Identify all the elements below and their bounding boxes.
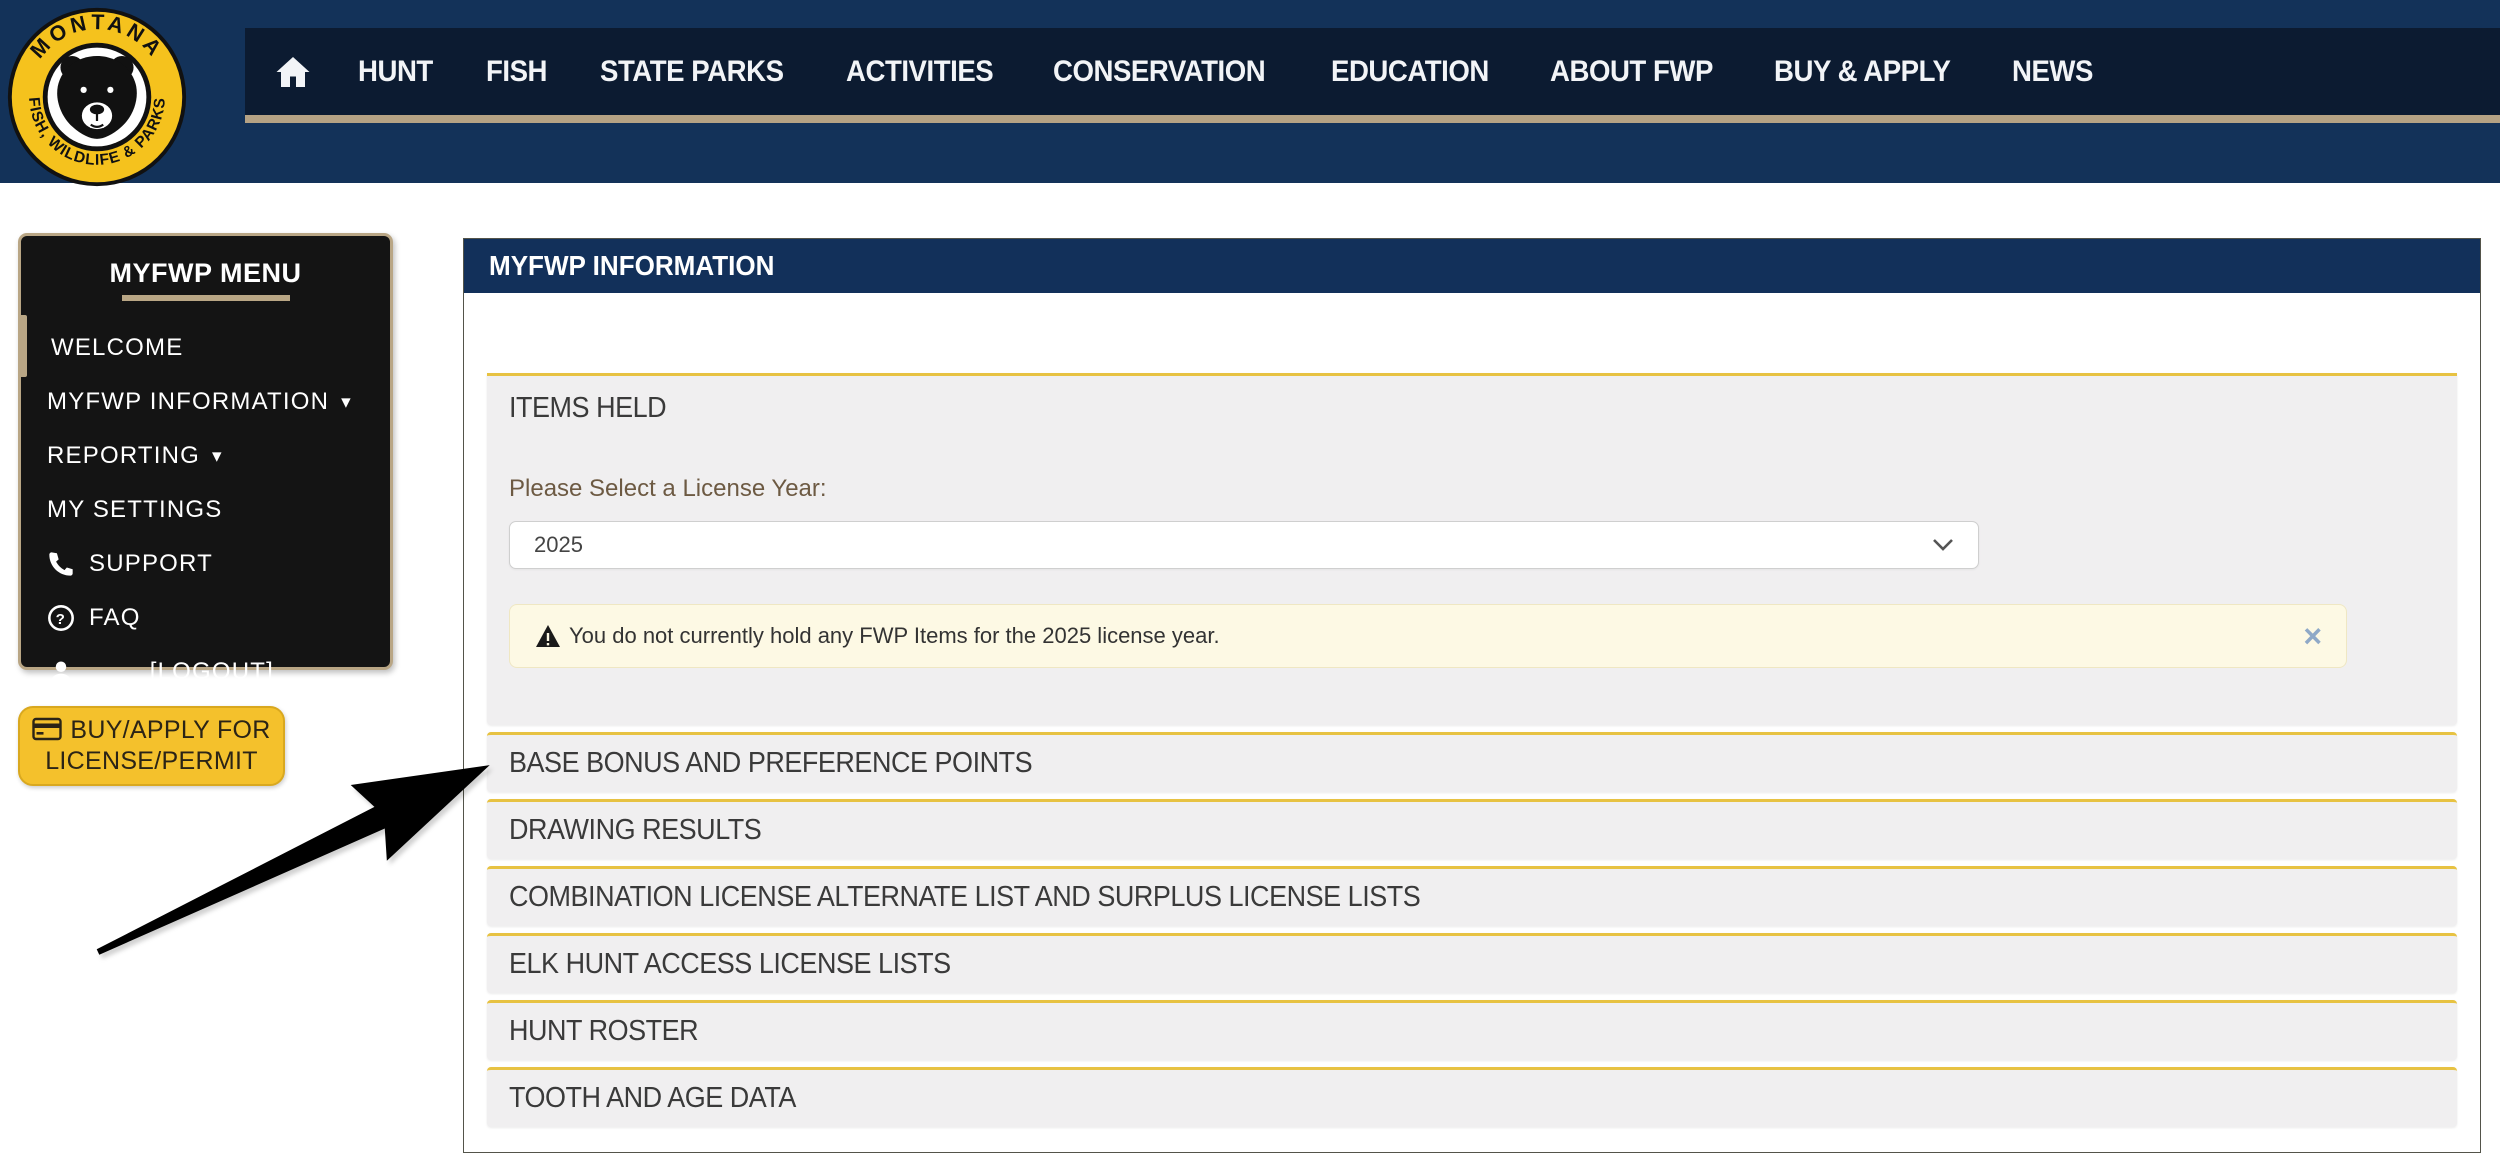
site-header: HUNT FISH STATE PARKS ACTIVITIES CONSERV…	[0, 0, 2500, 183]
accordion-label: ELK HUNT ACCESS LICENSE LISTS	[509, 948, 951, 981]
nav-item-news[interactable]: NEWS	[2012, 55, 2093, 89]
close-icon[interactable]: ×	[2303, 620, 2322, 652]
accordion-label: BASE BONUS AND PREFERENCE POINTS	[509, 747, 1032, 780]
accordion-combination-license-lists[interactable]: COMBINATION LICENSE ALTERNATE LIST AND S…	[487, 866, 2457, 926]
nav-item-conservation[interactable]: CONSERVATION	[1053, 55, 1265, 89]
accordion-label: HUNT ROSTER	[509, 1015, 698, 1048]
credit-card-icon	[32, 717, 62, 741]
main-nav: HUNT FISH STATE PARKS ACTIVITIES CONSERV…	[245, 28, 2500, 123]
sidebar-item-label: MYFWP INFORMATION	[47, 388, 329, 416]
items-held-heading: ITEMS HELD	[509, 392, 666, 425]
nav-item-hunt[interactable]: HUNT	[358, 55, 433, 89]
active-indicator	[18, 315, 27, 377]
nav-item-state-parks[interactable]: STATE PARKS	[600, 55, 784, 89]
panel-title: MYFWP INFORMATION	[489, 250, 774, 282]
phone-icon	[47, 550, 75, 578]
sidebar-item-label: MY SETTINGS	[47, 496, 222, 524]
home-button[interactable]	[275, 55, 311, 89]
accordion-label: TOOTH AND AGE DATA	[509, 1082, 796, 1115]
sidebar-item-reporting[interactable]: REPORTING ▾	[21, 429, 390, 483]
sidebar-title: MYFWP MENU	[21, 258, 390, 289]
accordion-hunt-roster[interactable]: HUNT ROSTER	[487, 1000, 2457, 1060]
accordion-base-bonus-points[interactable]: BASE BONUS AND PREFERENCE POINTS	[487, 732, 2457, 792]
sidebar-item-label: WELCOME	[51, 334, 183, 362]
home-icon	[275, 55, 311, 89]
myfwp-information-panel: MYFWP INFORMATION ITEMS HELD Please Sele…	[463, 238, 2481, 1153]
sidebar-item-faq[interactable]: ? FAQ	[21, 591, 390, 645]
chevron-down-icon: ▾	[341, 391, 352, 414]
sidebar-item-logout[interactable]: [LOGOUT]	[21, 645, 390, 699]
nav-item-about-fwp[interactable]: ABOUT FWP	[1550, 55, 1713, 89]
panel-header: MYFWP INFORMATION	[464, 239, 2480, 293]
buy-apply-button[interactable]: BUY/APPLY FOR LICENSE/PERMIT	[18, 706, 285, 786]
nav-item-education[interactable]: EDUCATION	[1331, 55, 1489, 89]
sidebar-item-myfwp-information[interactable]: MYFWP INFORMATION ▾	[21, 375, 390, 429]
sidebar-item-label: SUPPORT	[89, 550, 213, 578]
nav-item-fish[interactable]: FISH	[486, 55, 547, 89]
accordion-label: COMBINATION LICENSE ALTERNATE LIST AND S…	[509, 881, 1420, 914]
sidebar-item-my-settings[interactable]: MY SETTINGS	[21, 483, 390, 537]
accordion-drawing-results[interactable]: DRAWING RESULTS	[487, 799, 2457, 859]
accordion-tooth-age-data[interactable]: TOOTH AND AGE DATA	[487, 1067, 2457, 1127]
license-year-label: Please Select a License Year:	[509, 475, 2435, 503]
license-year-value: 2025	[534, 532, 583, 558]
items-held-section: ITEMS HELD Please Select a License Year:…	[487, 373, 2457, 725]
accordion-label: DRAWING RESULTS	[509, 814, 761, 847]
sidebar-item-welcome[interactable]: WELCOME	[21, 321, 390, 375]
nav-item-activities[interactable]: ACTIVITIES	[846, 55, 993, 89]
myfwp-menu: MYFWP MENU WELCOME MYFWP INFORMATION ▾ R…	[18, 233, 393, 670]
buy-apply-label-line2: LICENSE/PERMIT	[45, 747, 258, 775]
sidebar-title-underline	[122, 295, 290, 301]
question-icon: ?	[47, 604, 75, 632]
alert-text: You do not currently hold any FWP Items …	[569, 623, 1220, 649]
sidebar-item-support[interactable]: SUPPORT	[21, 537, 390, 591]
accordion-elk-hunt-access[interactable]: ELK HUNT ACCESS LICENSE LISTS	[487, 933, 2457, 993]
nav-item-buy-apply[interactable]: BUY & APPLY	[1774, 55, 1950, 89]
no-items-alert: You do not currently hold any FWP Items …	[509, 604, 2347, 668]
license-year-select[interactable]: 2025	[509, 521, 1979, 569]
chevron-down-icon	[1932, 538, 1954, 552]
warning-icon	[536, 625, 560, 647]
svg-text:?: ?	[56, 611, 67, 628]
fwp-logo[interactable]: MONTANA FISH, WILDLIFE & PARKS	[5, 5, 189, 189]
sidebar-item-label: REPORTING	[47, 442, 200, 470]
sidebar-item-label: [LOGOUT]	[150, 658, 274, 686]
buy-apply-label-line1: BUY/APPLY FOR	[70, 716, 270, 744]
person-icon	[47, 658, 75, 686]
chevron-down-icon: ▾	[212, 445, 223, 468]
sidebar-item-label: FAQ	[89, 604, 141, 632]
